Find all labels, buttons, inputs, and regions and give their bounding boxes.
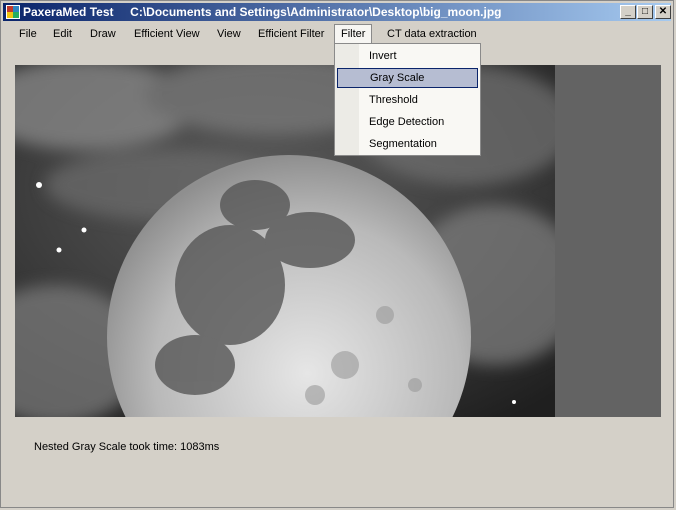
app-icon	[6, 5, 20, 19]
menu-file[interactable]: File	[13, 25, 43, 43]
status-text: Nested Gray Scale took time: 1083ms	[34, 441, 220, 453]
menu-bar: File Edit Draw Efficient View View Effic…	[3, 22, 671, 44]
title-bar[interactable]: PaxeraMed Test C:\Documents and Settings…	[3, 3, 671, 21]
minimize-button[interactable]: _	[620, 5, 636, 19]
filter-dropdown-menu: Invert Gray Scale Threshold Edge Detecti…	[334, 43, 481, 156]
window-title: PaxeraMed Test C:\Documents and Settings…	[23, 5, 502, 19]
main-window: PaxeraMed Test C:\Documents and Settings…	[0, 0, 674, 508]
menu-item-threshold[interactable]: Threshold	[337, 90, 478, 110]
menu-efficient-filter[interactable]: Efficient Filter	[252, 25, 330, 43]
menu-efficient-view[interactable]: Efficient View	[128, 25, 206, 43]
menu-item-invert[interactable]: Invert	[337, 46, 478, 66]
menu-item-segmentation[interactable]: Segmentation	[337, 134, 478, 154]
maximize-button[interactable]: □	[637, 5, 653, 19]
close-button[interactable]: ✕	[655, 5, 671, 19]
menu-view[interactable]: View	[211, 25, 247, 43]
menu-filter[interactable]: Filter	[334, 24, 373, 44]
menu-edit[interactable]: Edit	[47, 25, 78, 43]
menu-draw[interactable]: Draw	[84, 25, 122, 43]
menu-item-edge-detection[interactable]: Edge Detection	[337, 112, 478, 132]
menu-item-gray-scale[interactable]: Gray Scale	[337, 68, 478, 88]
menu-ct-data-extraction[interactable]: CT data extraction	[381, 25, 483, 43]
